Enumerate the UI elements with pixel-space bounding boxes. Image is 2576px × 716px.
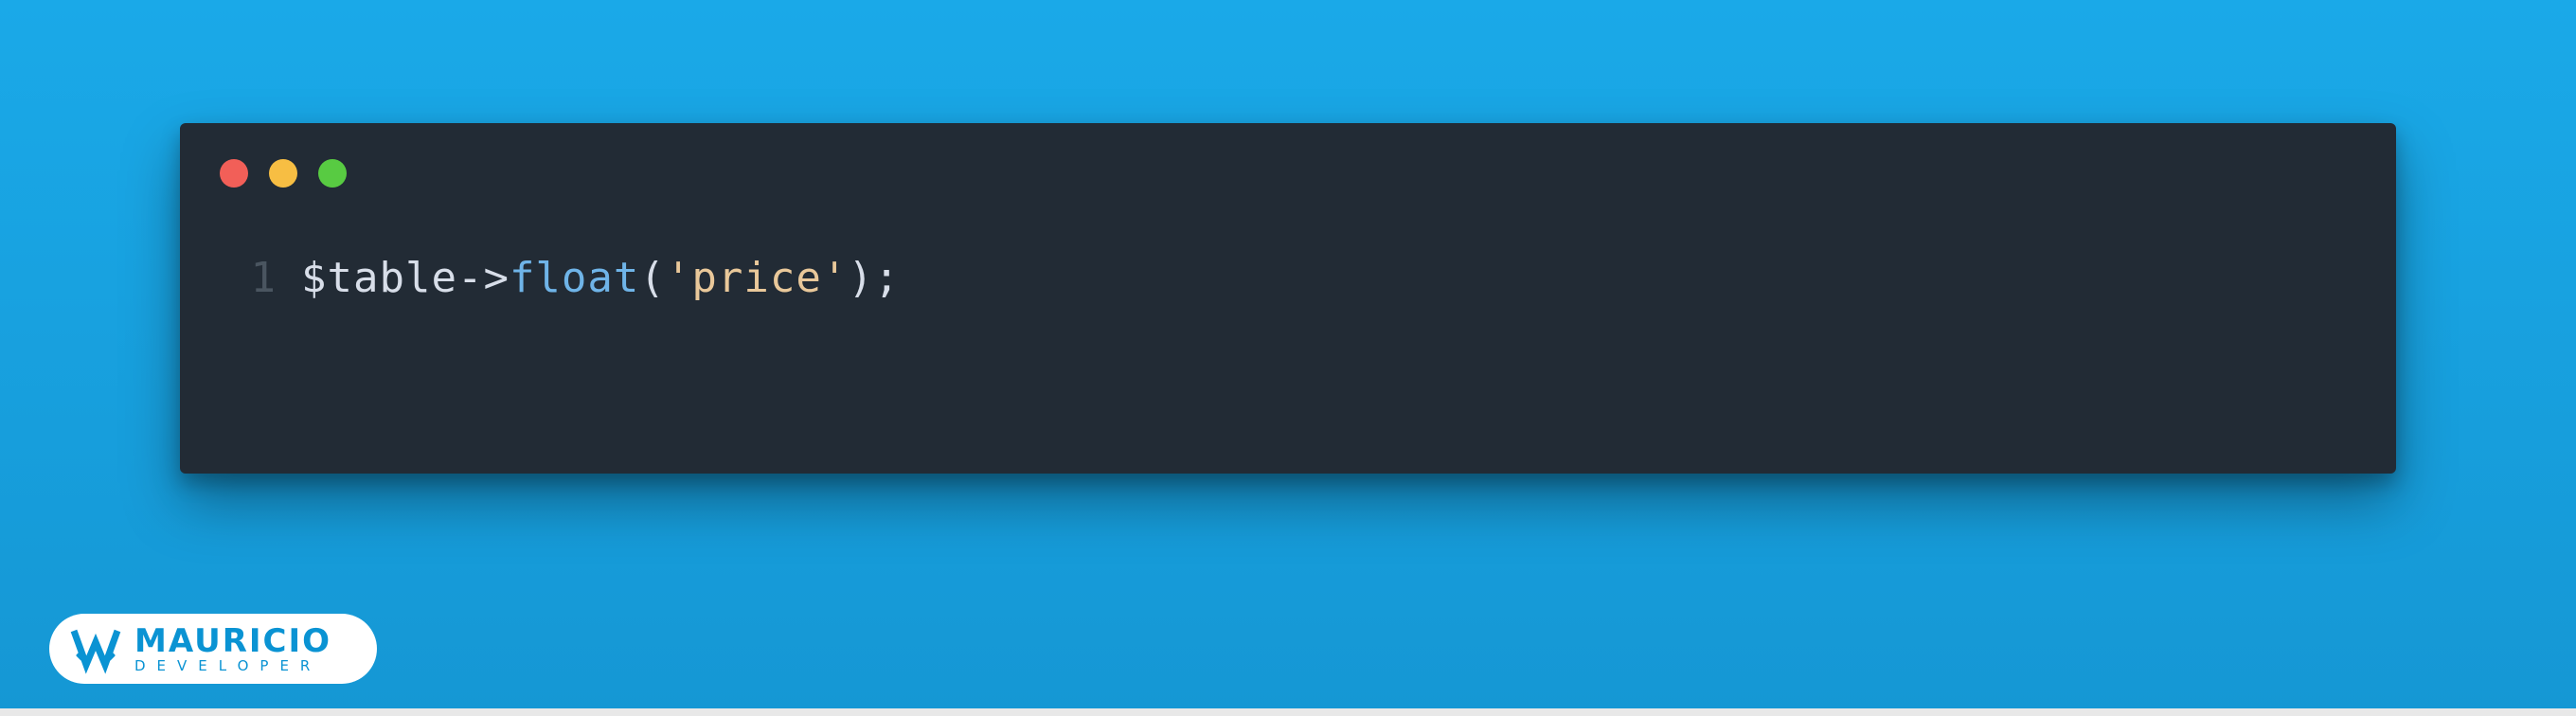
brand-logo-icon [70, 623, 121, 674]
close-icon[interactable] [220, 159, 248, 188]
brand-subtitle: DEVELOPER [134, 659, 331, 673]
brand-text: MAURICIO DEVELOPER [134, 625, 331, 673]
token-string: 'price' [666, 254, 848, 302]
token-variable: $table [301, 254, 457, 302]
token-open-paren: ( [639, 254, 666, 302]
brand-badge: MAURICIO DEVELOPER [49, 614, 377, 684]
minimize-icon[interactable] [269, 159, 297, 188]
code-content: $table->float('price'); [301, 254, 900, 302]
token-semicolon: ; [874, 254, 901, 302]
zoom-icon[interactable] [318, 159, 347, 188]
token-arrow: -> [457, 254, 510, 302]
window-controls [220, 159, 2356, 188]
token-close-paren: ) [848, 254, 874, 302]
token-function: float [510, 254, 639, 302]
line-number: 1 [220, 254, 277, 302]
code-line: 1 $table->float('price'); [220, 254, 2356, 302]
brand-name: MAURICIO [134, 625, 331, 657]
code-window: 1 $table->float('price'); [180, 123, 2396, 474]
page-bottom-strip [0, 708, 2576, 716]
